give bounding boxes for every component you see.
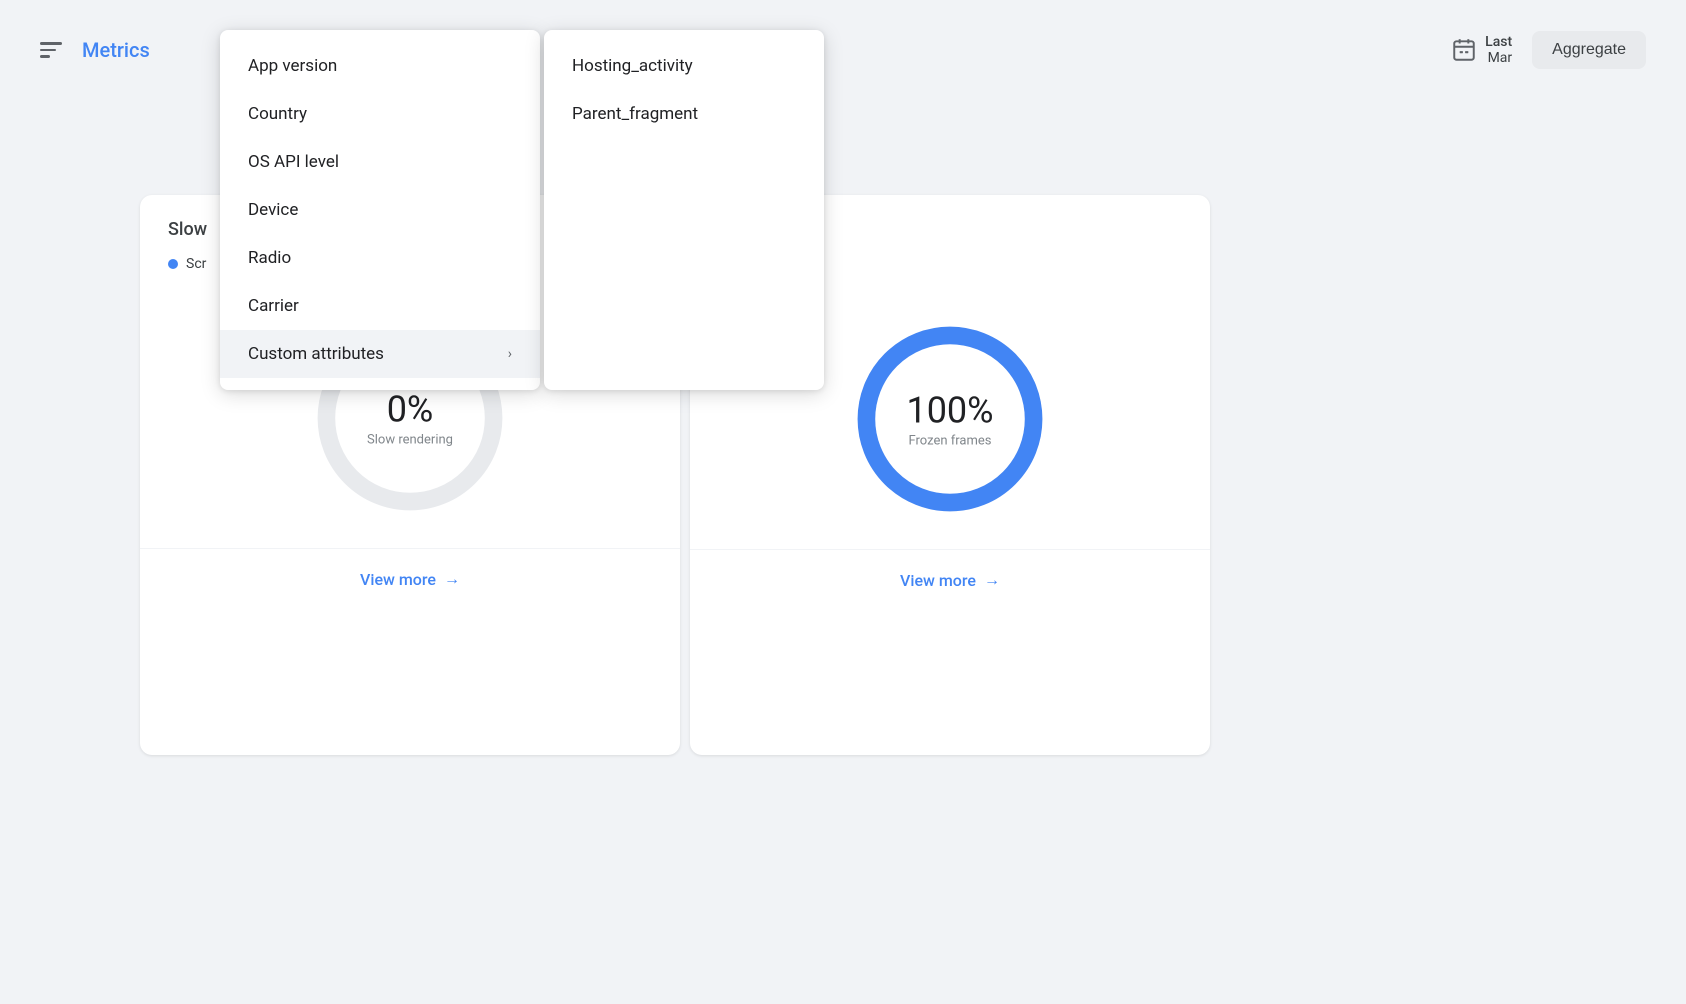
chevron-right-icon: › [508,346,512,362]
date-area: Last Mar [1451,34,1512,66]
dropdown-label-device: Device [248,200,298,220]
dropdown-label-carrier: Carrier [248,296,299,316]
dropdown-item-app-version[interactable]: App version [220,42,540,90]
slow-percent: 0% [367,389,453,431]
filter-button[interactable] [40,42,62,58]
card-left-footer: View more → [140,548,680,609]
frozen-donut-center: 100% Frozen frames [906,390,993,449]
view-more-left[interactable]: View more → [360,569,460,589]
arrow-right-left-icon: → [444,569,460,589]
dropdown-label-custom-attributes: Custom attributes [248,344,384,364]
date-last: Last [1485,34,1512,50]
view-more-right[interactable]: View more → [900,570,1000,590]
arrow-right-right-icon: → [984,570,1000,590]
legend-dot-blue [168,259,178,269]
view-more-right-text: View more [900,571,976,590]
frozen-sublabel: Frozen frames [906,434,993,449]
dropdown-item-device[interactable]: Device [220,186,540,234]
filter-area: Metrics [40,38,150,62]
aggregate-button[interactable]: Aggregate [1532,31,1646,69]
dropdown-wrapper: App version Country OS API level Device … [220,30,824,390]
dropdown-label-country: Country [248,104,307,124]
submenu-item-parent-fragment[interactable]: Parent_fragment [544,90,824,138]
frozen-frames-donut: 100% Frozen frames [840,309,1060,529]
view-more-left-text: View more [360,570,436,589]
filter-dropdown: App version Country OS API level Device … [220,30,540,390]
filter-line-1 [40,42,62,45]
slow-sublabel: Slow rendering [367,433,453,448]
custom-attributes-submenu: Hosting_activity Parent_fragment [544,30,824,390]
dropdown-item-carrier[interactable]: Carrier [220,282,540,330]
submenu-item-hosting-activity[interactable]: Hosting_activity [544,42,824,90]
top-right-area: Last Mar Aggregate [1451,31,1646,69]
card-right-footer: View more → [690,549,1210,610]
legend-label-left: Scr [186,256,206,272]
submenu-label-parent-fragment: Parent_fragment [572,104,698,124]
calendar-icon [1451,37,1477,63]
dropdown-label-os-api-level: OS API level [248,152,339,172]
dropdown-item-custom-attributes[interactable]: Custom attributes › [220,330,540,378]
filter-line-3 [40,55,50,58]
slow-donut-center: 0% Slow rendering [367,389,453,448]
date-mar: Mar [1488,50,1513,66]
dropdown-label-radio: Radio [248,248,291,268]
metrics-label: Metrics [82,38,150,62]
dropdown-item-os-api-level[interactable]: OS API level [220,138,540,186]
date-text: Last Mar [1485,34,1512,66]
frozen-percent: 100% [906,390,993,432]
card-left-title: Slow [168,219,207,240]
dropdown-item-radio[interactable]: Radio [220,234,540,282]
dropdown-label-app-version: App version [248,56,337,76]
submenu-label-hosting-activity: Hosting_activity [572,56,693,76]
dropdown-item-country[interactable]: Country [220,90,540,138]
filter-line-2 [40,49,56,52]
